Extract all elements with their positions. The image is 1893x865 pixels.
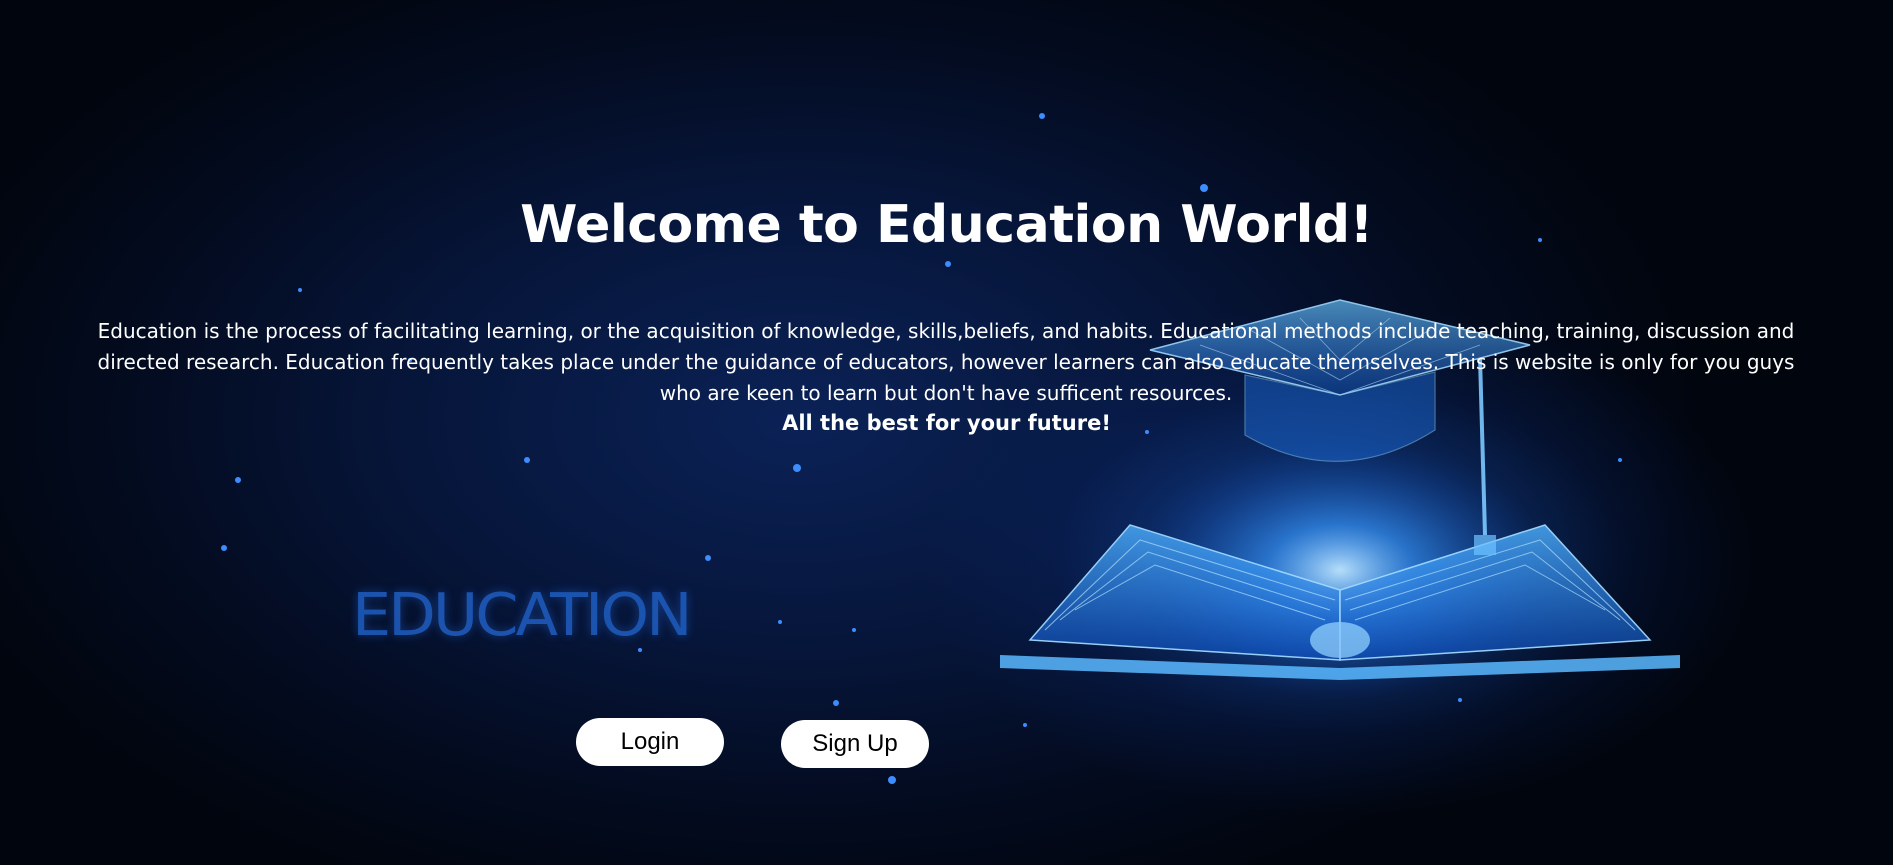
intro-paragraph: Education is the process of facilitating… — [97, 319, 1795, 405]
page-title: Welcome to Education World! — [520, 195, 1373, 255]
login-button[interactable]: Login — [576, 718, 724, 766]
tagline: All the best for your future! — [782, 411, 1111, 435]
hero-section: Welcome to Education World! Education is… — [0, 0, 1893, 865]
education-wordmark: EDUCATION — [352, 579, 693, 650]
signup-button[interactable]: Sign Up — [781, 720, 929, 768]
